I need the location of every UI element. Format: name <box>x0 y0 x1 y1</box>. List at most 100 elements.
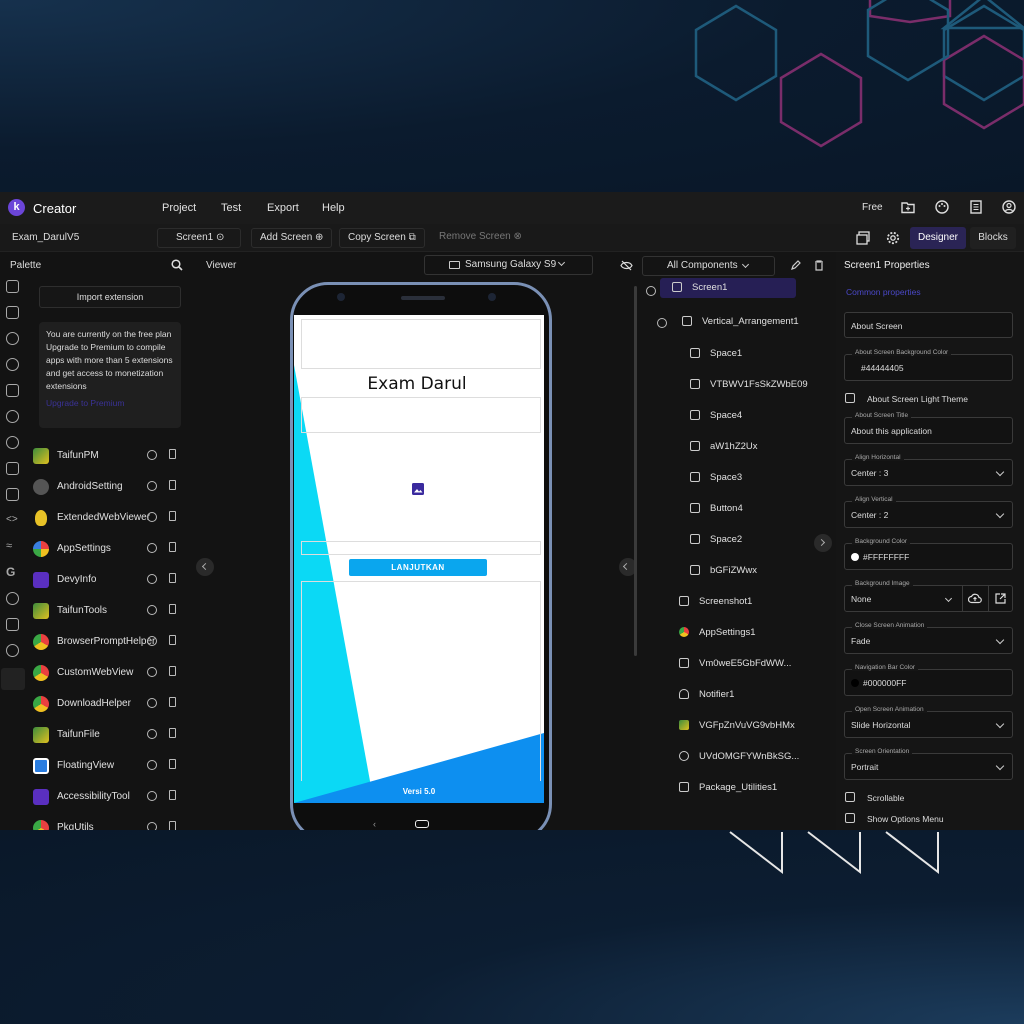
extension-item[interactable]: DevyInfo <box>33 571 183 589</box>
version-label[interactable]: Versi 5.0 <box>294 787 544 796</box>
menu-export[interactable]: Export <box>267 202 299 214</box>
delete-icon[interactable] <box>169 790 176 800</box>
open-animation-select[interactable]: Open Screen Animation Slide Horizontal <box>844 706 1013 738</box>
tree-item[interactable]: VTBWV1FsSkZWbE09 <box>690 375 808 395</box>
delete-icon[interactable] <box>169 604 176 614</box>
tree-item[interactable]: Button4 <box>690 499 743 519</box>
edit-icon[interactable] <box>790 260 801 271</box>
space-component[interactable] <box>301 581 541 781</box>
delete-icon[interactable] <box>169 821 176 830</box>
extension-item[interactable]: TaifunPM <box>33 447 183 465</box>
collapse-icon[interactable] <box>646 286 656 296</box>
extension-item[interactable]: BrowserPromptHelper <box>33 633 183 651</box>
tree-item[interactable]: Space1 <box>690 344 742 364</box>
info-icon[interactable] <box>147 450 157 460</box>
info-icon[interactable] <box>147 729 157 739</box>
info-icon[interactable] <box>147 791 157 801</box>
tree-item[interactable]: VGFpZnVuVG9vbHMx <box>679 716 795 736</box>
upload-icon[interactable] <box>968 593 982 604</box>
extension-item[interactable]: AppSettings <box>33 540 183 558</box>
extension-item[interactable]: TaifunTools <box>33 602 183 620</box>
info-icon[interactable] <box>147 760 157 770</box>
back-icon[interactable]: ‹ <box>373 819 376 829</box>
components-filter-select[interactable]: All Components <box>642 256 775 276</box>
rss-icon[interactable]: ≈ <box>6 540 19 553</box>
tree-item[interactable]: Vm0weE5GbFdWW... <box>679 654 791 674</box>
extension-item[interactable]: AndroidSetting <box>33 478 183 496</box>
collapse-icon[interactable] <box>657 318 667 328</box>
plan-label[interactable]: Free <box>862 202 883 213</box>
space-component[interactable] <box>301 319 541 369</box>
tree-scrollbar[interactable] <box>634 286 637 656</box>
menu-test[interactable]: Test <box>221 202 241 214</box>
orientation-select[interactable]: Screen Orientation Portrait <box>844 748 1013 780</box>
image-icon[interactable] <box>412 483 424 495</box>
tree-item[interactable]: aW1hZ2Ux <box>690 437 758 457</box>
light-theme-checkbox[interactable] <box>845 393 855 403</box>
copy-screen-button[interactable]: Copy Screen ⧉ <box>339 228 425 248</box>
menu-help[interactable]: Help <box>322 202 345 214</box>
search-icon[interactable] <box>171 259 183 271</box>
menu-project[interactable]: Project <box>162 202 196 214</box>
visibility-off-icon[interactable] <box>620 260 633 271</box>
designer-tab[interactable]: Designer <box>910 227 966 249</box>
docs-icon[interactable] <box>969 200 983 214</box>
delete-icon[interactable] <box>169 480 176 490</box>
google-icon[interactable]: G <box>6 566 19 579</box>
extension-item[interactable]: PkgUtils <box>33 819 183 830</box>
info-icon[interactable] <box>147 543 157 553</box>
tree-item[interactable]: Package_Utilities1 <box>679 778 777 798</box>
import-extension-button[interactable]: Import extension <box>39 286 181 308</box>
info-icon[interactable] <box>147 574 157 584</box>
delete-icon[interactable] <box>169 728 176 738</box>
info-icon[interactable] <box>147 636 157 646</box>
info-icon[interactable] <box>147 822 157 830</box>
blocks-tab[interactable]: Blocks <box>970 227 1016 249</box>
background-image-select[interactable]: Background Image None <box>844 580 1013 612</box>
background-color-field[interactable]: Background Color #FFFFFFFF <box>844 538 1013 570</box>
extension-item[interactable]: FloatingView <box>33 757 183 775</box>
delete-icon[interactable] <box>169 666 176 676</box>
apps-icon[interactable] <box>6 618 19 631</box>
folder-icon[interactable] <box>901 200 915 214</box>
tree-item[interactable]: bGFiZWwx <box>690 561 757 581</box>
tree-item[interactable]: AppSettings1 <box>679 623 756 643</box>
expand-properties-button[interactable] <box>814 534 832 552</box>
tree-item[interactable]: Space3 <box>690 468 742 488</box>
info-icon[interactable] <box>147 698 157 708</box>
delete-icon[interactable] <box>169 697 176 707</box>
connectivity-icon[interactable] <box>6 488 19 501</box>
common-properties-link[interactable]: Common properties <box>846 287 921 297</box>
extension-item[interactable]: AccessibilityTool <box>33 788 183 806</box>
device-select[interactable]: Samsung Galaxy S9 <box>424 255 593 275</box>
info-icon[interactable] <box>147 481 157 491</box>
align-vertical-select[interactable]: Align Vertical Center : 2 <box>844 496 1013 528</box>
about-title-field[interactable]: About Screen Title About this application <box>844 412 1013 444</box>
sensors-icon[interactable] <box>6 410 19 423</box>
upgrade-link[interactable]: Upgrade to Premium <box>46 397 174 410</box>
extension-category-icon[interactable] <box>1 668 25 690</box>
maps-icon[interactable] <box>6 384 19 397</box>
lanjutkan-button[interactable]: LANJUTKAN <box>349 559 487 576</box>
trash-icon[interactable] <box>814 260 824 271</box>
collapse-left-button[interactable] <box>196 558 214 576</box>
delete-icon[interactable] <box>169 573 176 583</box>
delete-icon[interactable] <box>169 449 176 459</box>
screen-heading[interactable]: Exam Darul <box>294 374 540 394</box>
about-screen-field[interactable]: About Screen <box>844 312 1013 338</box>
info-icon[interactable] <box>147 605 157 615</box>
tree-item[interactable]: Notifier1 <box>679 685 734 705</box>
delete-icon[interactable] <box>169 635 176 645</box>
tree-item[interactable]: Space2 <box>690 530 742 550</box>
close-animation-select[interactable]: Close Screen Animation Fade <box>844 622 1013 654</box>
info-icon[interactable] <box>6 644 19 657</box>
remove-screen-button[interactable]: Remove Screen ⊗ <box>431 228 530 248</box>
palette-icon[interactable] <box>935 200 949 214</box>
media-icon[interactable] <box>6 332 19 345</box>
extension-item[interactable]: ExtendedWebViewer <box>33 509 183 527</box>
align-horizontal-select[interactable]: Align Horizontal Center : 3 <box>844 454 1013 486</box>
info-icon[interactable] <box>147 512 157 522</box>
gallery-icon[interactable] <box>856 231 870 245</box>
tree-item-screen1[interactable]: Screen1 <box>660 278 796 298</box>
space-component[interactable] <box>301 541 541 555</box>
